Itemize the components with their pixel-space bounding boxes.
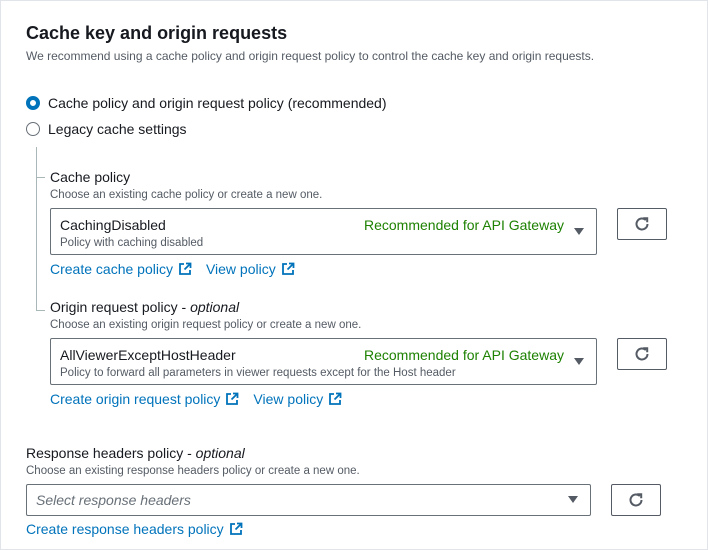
- tree-branch: [36, 310, 45, 311]
- label-separator: -: [183, 445, 196, 461]
- origin-request-policy-label: Origin request policy - optional: [50, 299, 239, 315]
- radio-selected-indicator[interactable]: [26, 96, 40, 110]
- origin-request-policy-description: Choose an existing origin request policy…: [50, 319, 362, 331]
- caret-down-icon: [574, 228, 584, 235]
- refresh-icon: [629, 493, 643, 507]
- view-origin-request-policy-link[interactable]: View policy: [253, 391, 342, 407]
- cache-policy-description: Choose an existing cache policy or creat…: [50, 189, 323, 201]
- response-headers-policy-links: Create response headers policy: [26, 521, 243, 537]
- external-link-icon: [329, 392, 342, 405]
- origin-request-policy-select[interactable]: AllViewerExceptHostHeader Policy to forw…: [50, 338, 597, 385]
- response-headers-placeholder: Select response headers: [36, 492, 191, 508]
- label-separator: -: [177, 299, 191, 315]
- external-link-icon: [226, 392, 239, 405]
- cache-policy-value: CachingDisabled: [60, 217, 166, 233]
- optional-text: optional: [190, 299, 240, 315]
- section-description: We recommend using a cache policy and or…: [26, 49, 595, 63]
- optional-text: optional: [195, 445, 245, 461]
- refresh-icon: [635, 217, 649, 231]
- cache-key-section: Cache key and origin requests We recomme…: [0, 0, 708, 550]
- create-origin-request-policy-link[interactable]: Create origin request policy: [50, 391, 239, 407]
- refresh-cache-policy-button[interactable]: [617, 208, 667, 240]
- external-link-icon: [179, 262, 192, 275]
- view-cache-policy-link[interactable]: View policy: [206, 261, 295, 277]
- external-link-icon: [229, 522, 243, 535]
- cache-policy-label: Cache policy: [50, 169, 131, 185]
- origin-request-policy-value: AllViewerExceptHostHeader: [60, 347, 236, 363]
- cache-policy-select[interactable]: CachingDisabled Policy with caching disa…: [50, 208, 597, 255]
- caret-down-icon: [568, 496, 578, 503]
- radio-unselected-indicator[interactable]: [26, 122, 40, 136]
- cache-policy-links: Create cache policy View policy: [50, 261, 295, 277]
- cache-policy-value-description: Policy with caching disabled: [60, 237, 204, 249]
- tree-line: [36, 147, 37, 311]
- radio-label: Legacy cache settings: [48, 121, 187, 137]
- response-headers-policy-select[interactable]: Select response headers: [26, 484, 591, 516]
- origin-request-policy-links: Create origin request policy View policy: [50, 391, 342, 407]
- link-text: Create origin request policy: [50, 391, 221, 407]
- response-headers-policy-description: Choose an existing response headers poli…: [26, 465, 360, 477]
- external-link-icon: [281, 262, 295, 275]
- radio-label: Cache policy and origin request policy (…: [48, 95, 387, 111]
- label-text: Origin request policy: [50, 299, 178, 315]
- radio-cache-and-origin-policy[interactable]: Cache policy and origin request policy (…: [26, 95, 387, 111]
- link-text: Create cache policy: [50, 261, 173, 277]
- recommended-tag: Recommended for API Gateway: [364, 347, 564, 363]
- link-text: View policy: [253, 391, 324, 407]
- section-title: Cache key and origin requests: [26, 23, 288, 43]
- recommended-tag: Recommended for API Gateway: [364, 217, 564, 233]
- link-text: Create response headers policy: [26, 521, 224, 537]
- create-response-headers-policy-link[interactable]: Create response headers policy: [26, 521, 243, 537]
- label-text: Response headers policy: [26, 445, 184, 461]
- origin-request-policy-value-description: Policy to forward all parameters in view…: [60, 367, 456, 379]
- refresh-icon: [635, 347, 649, 361]
- create-cache-policy-link[interactable]: Create cache policy: [50, 261, 192, 277]
- refresh-origin-request-policy-button[interactable]: [617, 338, 667, 370]
- radio-legacy-cache-settings[interactable]: Legacy cache settings: [26, 121, 187, 137]
- refresh-response-headers-policy-button[interactable]: [611, 484, 661, 516]
- response-headers-policy-label: Response headers policy - optional: [26, 445, 245, 461]
- link-text: View policy: [205, 261, 276, 277]
- tree-branch: [36, 177, 45, 178]
- caret-down-icon: [574, 358, 584, 365]
